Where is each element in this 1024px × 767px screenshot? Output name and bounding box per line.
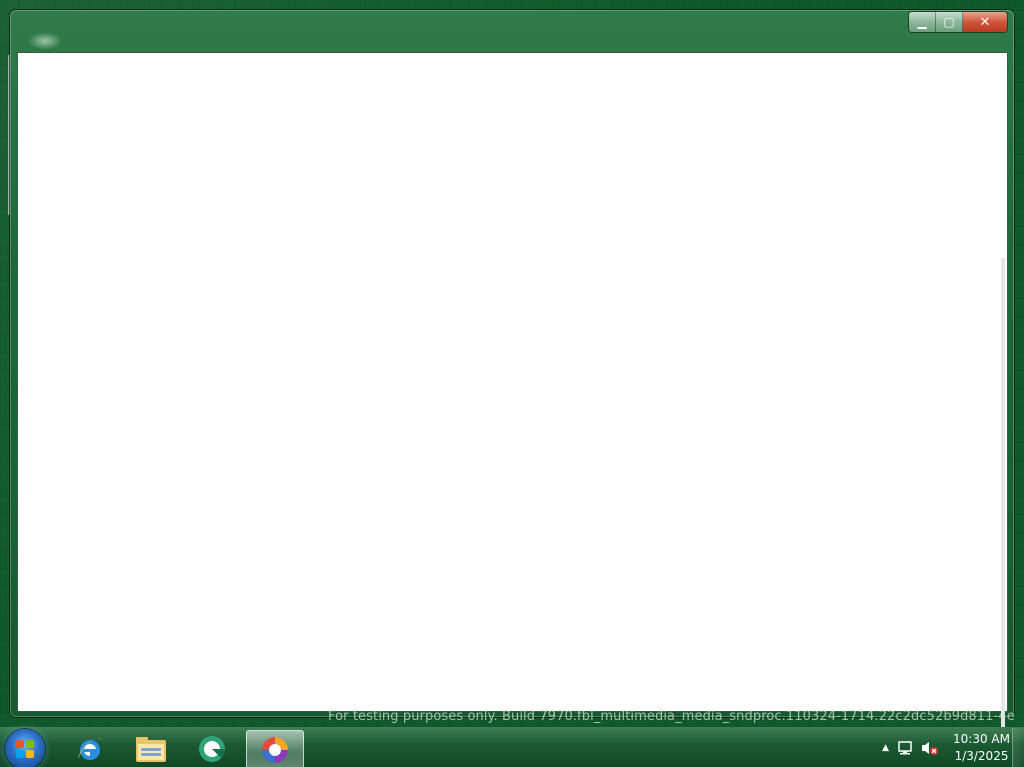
close-button[interactable]: ✕: [963, 12, 1007, 32]
show-hidden-icons-button[interactable]: ▲: [882, 728, 889, 767]
taskbar: ▲ 10:30 AM 1/3/2025: [0, 727, 1024, 767]
desktop: ▁ ▢ ✕ For testing purposes only. Build 7…: [0, 0, 1024, 767]
caption-buttons: ▁ ▢ ✕: [908, 11, 1008, 33]
taskbar-app-circle[interactable]: [184, 730, 240, 767]
scrollbar[interactable]: [1001, 258, 1005, 748]
paint-app-icon: [262, 736, 288, 763]
folder-icon: [136, 736, 166, 762]
minimize-button[interactable]: ▁: [909, 12, 936, 32]
start-button[interactable]: [5, 729, 45, 767]
system-tray: ▲ 10:30 AM 1/3/2025: [882, 728, 1010, 767]
window-client-area[interactable]: [17, 52, 1008, 748]
taskbar-internet-explorer[interactable]: [62, 730, 118, 767]
app-green-circle-icon: [199, 735, 225, 762]
system-clock[interactable]: 10:30 AM 1/3/2025: [953, 731, 1010, 765]
network-glyph: [898, 741, 912, 755]
clock-time: 10:30 AM: [953, 732, 1010, 746]
taskbar-windows-explorer[interactable]: [123, 730, 179, 767]
network-icon[interactable]: [897, 728, 913, 767]
app-window[interactable]: ▁ ▢ ✕: [10, 10, 1014, 748]
window-app-icon: [28, 32, 62, 50]
show-desktop-button[interactable]: [1012, 728, 1024, 767]
taskbar-paint-app[interactable]: [246, 730, 304, 767]
internet-explorer-icon: [78, 738, 103, 760]
speaker-glyph: [922, 742, 939, 755]
window-title-bar[interactable]: ▁ ▢ ✕: [10, 10, 1014, 52]
clock-date: 1/3/2025: [954, 749, 1009, 763]
windows-logo-icon: [16, 740, 34, 758]
maximize-button[interactable]: ▢: [936, 12, 963, 32]
build-watermark: For testing purposes only. Build 7970.fb…: [328, 709, 1015, 724]
volume-muted-icon[interactable]: [921, 728, 939, 767]
